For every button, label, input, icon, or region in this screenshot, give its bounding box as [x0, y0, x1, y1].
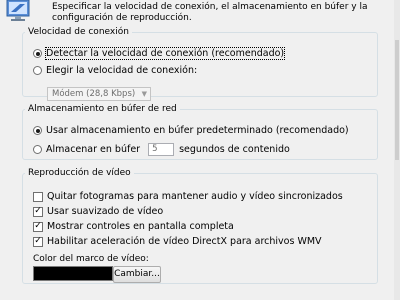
- video-border-color-label: Color del marco de vídeo:: [33, 254, 149, 264]
- detect-speed-label: Detectar la velocidad de conexión (recom…: [44, 47, 286, 60]
- video-border-color-swatch: [33, 266, 113, 281]
- detect-speed-radio[interactable]: Detectar la velocidad de conexión (recom…: [33, 47, 286, 60]
- fullscreen-controls-label: Mostrar controles en pantalla completa: [47, 221, 234, 232]
- fullscreen-controls-checkbox[interactable]: ✓ Mostrar controles en pantalla completa: [33, 220, 234, 233]
- custom-buffering-label: Almacenar en búfer: [46, 144, 141, 155]
- video-smoothing-checkbox[interactable]: ✓ Usar suavizado de vídeo: [33, 205, 163, 218]
- checkbox-icon[interactable]: [33, 191, 43, 202]
- page-header: Especificar la velocidad de conexión, el…: [0, 0, 400, 26]
- monitor-settings-icon: [6, 0, 30, 21]
- video-playback-group: Reproducción de vídeo Quitar fotogramas …: [22, 168, 378, 284]
- change-color-button[interactable]: Cambiar...: [113, 266, 161, 283]
- speed-select-value: Módem (28,8 Kbps): [52, 89, 136, 99]
- default-buffering-label: Usar almacenamiento en búfer predetermin…: [46, 125, 349, 136]
- scrollbar-thumb[interactable]: [395, 40, 399, 160]
- connection-speed-group: Velocidad de conexión Detectar la veloci…: [22, 27, 378, 101]
- network-buffering-group: Almacenamiento en búfer de red Usar alma…: [22, 104, 378, 160]
- video-smoothing-label: Usar suavizado de vídeo: [47, 206, 164, 217]
- default-buffering-radio[interactable]: Usar almacenamiento en búfer predetermin…: [33, 124, 349, 137]
- connection-speed-legend: Velocidad de conexión: [28, 27, 129, 37]
- radio-icon[interactable]: [33, 126, 42, 135]
- choose-speed-radio[interactable]: Elegir la velocidad de conexión:: [33, 64, 197, 77]
- radio-icon[interactable]: [33, 145, 42, 154]
- check-icon[interactable]: ✓: [33, 221, 43, 232]
- video-playback-legend: Reproducción de vídeo: [28, 168, 131, 178]
- custom-buffering-radio[interactable]: Almacenar en búfer 5 segundos de conteni…: [33, 143, 290, 156]
- drop-frames-checkbox[interactable]: Quitar fotogramas para mantener audio y …: [33, 190, 343, 203]
- drop-frames-label: Quitar fotogramas para mantener audio y …: [47, 191, 343, 202]
- speed-select[interactable]: Módem (28,8 Kbps) ▼: [47, 87, 151, 101]
- check-icon[interactable]: ✓: [33, 206, 43, 217]
- buffer-seconds-input[interactable]: 5: [148, 143, 175, 156]
- choose-speed-label: Elegir la velocidad de conexión:: [46, 65, 198, 76]
- directx-acceleration-label: Habilitar aceleración de vídeo DirectX p…: [47, 236, 322, 247]
- buffer-seconds-suffix: segundos de contenido: [179, 144, 290, 155]
- scrollbar[interactable]: [394, 0, 400, 300]
- check-icon[interactable]: ✓: [33, 236, 43, 247]
- header-description: Especificar la velocidad de conexión, el…: [52, 2, 368, 23]
- directx-acceleration-checkbox[interactable]: ✓ Habilitar aceleración de vídeo DirectX…: [33, 235, 322, 248]
- chevron-down-icon: ▼: [141, 90, 147, 98]
- radio-icon[interactable]: [33, 49, 42, 58]
- network-buffering-legend: Almacenamiento en búfer de red: [28, 104, 177, 114]
- radio-icon[interactable]: [33, 66, 42, 75]
